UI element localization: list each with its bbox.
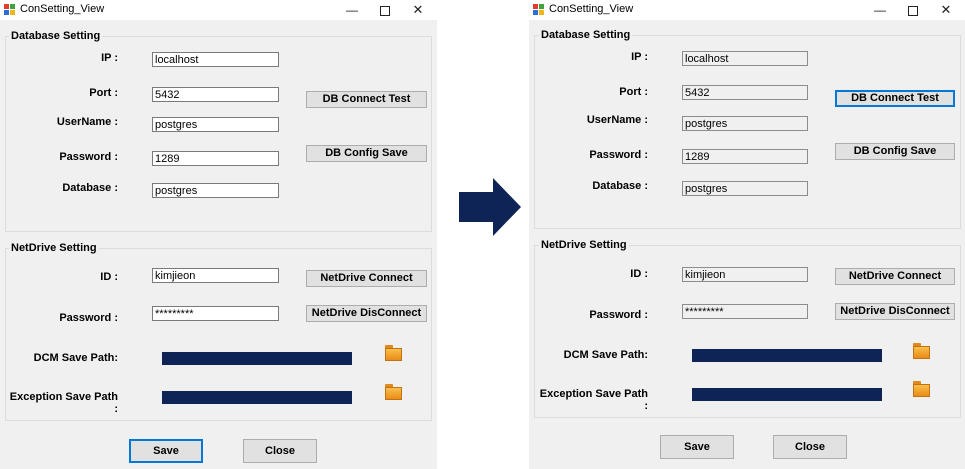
ip-field[interactable]: localhost: [152, 52, 279, 67]
netdrive-connect-button[interactable]: NetDrive Connect: [306, 270, 427, 287]
title-bar: ConSetting_View — ✕: [0, 0, 437, 20]
folder-icon[interactable]: [385, 384, 402, 400]
folder-icon[interactable]: [913, 381, 930, 397]
db-connect-test-button[interactable]: DB Connect Test: [835, 90, 955, 107]
ip-label: IP :: [101, 52, 118, 64]
ip-field[interactable]: localhost: [682, 51, 808, 66]
username-field[interactable]: postgres: [152, 117, 279, 132]
maximize-icon[interactable]: [898, 0, 928, 20]
database-label: Database :: [592, 180, 648, 192]
port-field[interactable]: 5432: [682, 85, 808, 100]
minimize-icon[interactable]: —: [865, 0, 895, 20]
window-title: ConSetting_View: [20, 3, 105, 15]
netdrive-id-field[interactable]: kimjieon: [682, 267, 808, 282]
netdrive-setting-title: NetDrive Setting: [539, 239, 629, 251]
port-label: Port :: [89, 87, 118, 99]
exception-save-path-label: Exception Save Path :: [539, 388, 648, 412]
netdrive-disconnect-button[interactable]: NetDrive DisConnect: [306, 305, 427, 322]
settings-window-after: ConSetting_View — ✕ Database Setting IP …: [529, 0, 965, 469]
close-button[interactable]: Close: [773, 435, 847, 459]
username-label: UserName :: [586, 114, 648, 126]
close-button[interactable]: Close: [243, 439, 317, 463]
minimize-icon[interactable]: —: [337, 0, 367, 20]
db-connect-test-button[interactable]: DB Connect Test: [306, 91, 427, 108]
settings-window-before: ConSetting_View — ✕ Database Setting IP …: [0, 0, 437, 469]
app-window-icon: [533, 4, 545, 16]
right-arrow-icon: [459, 178, 521, 236]
save-button[interactable]: Save: [129, 439, 203, 463]
exception-save-path-field[interactable]: [162, 391, 352, 404]
database-setting-title: Database Setting: [539, 29, 633, 41]
netdrive-password-field[interactable]: *********: [682, 304, 808, 319]
username-label: UserName :: [56, 116, 118, 128]
db-password-field[interactable]: 1289: [682, 149, 808, 164]
port-field[interactable]: 5432: [152, 87, 279, 102]
dcm-save-path-field[interactable]: [692, 349, 882, 362]
app-window-icon: [4, 4, 16, 16]
window-title: ConSetting_View: [549, 3, 634, 15]
folder-icon[interactable]: [913, 343, 930, 359]
db-config-save-button[interactable]: DB Config Save: [306, 145, 427, 162]
netdrive-setting-title: NetDrive Setting: [9, 242, 99, 254]
database-field[interactable]: postgres: [152, 183, 279, 198]
close-icon[interactable]: ✕: [931, 0, 961, 20]
ip-label: IP :: [631, 51, 648, 63]
dcm-save-path-label: DCM Save Path:: [563, 349, 648, 361]
netdrive-connect-button[interactable]: NetDrive Connect: [835, 268, 955, 285]
dcm-save-path-field[interactable]: [162, 352, 352, 365]
id-label: ID :: [100, 271, 118, 283]
id-label: ID :: [630, 268, 648, 280]
dcm-save-path-label: DCM Save Path:: [33, 352, 118, 364]
exception-save-path-label: Exception Save Path :: [9, 391, 118, 415]
title-bar: ConSetting_View — ✕: [529, 0, 965, 20]
username-field[interactable]: postgres: [682, 116, 808, 131]
database-setting-title: Database Setting: [9, 30, 103, 42]
netdrive-password-label: Password :: [589, 309, 648, 321]
database-label: Database :: [62, 182, 118, 194]
netdrive-password-label: Password :: [59, 312, 118, 324]
db-password-field[interactable]: 1289: [152, 151, 279, 166]
netdrive-password-field[interactable]: *********: [152, 306, 279, 321]
password-label: Password :: [589, 149, 648, 161]
save-button[interactable]: Save: [660, 435, 734, 459]
database-field[interactable]: postgres: [682, 181, 808, 196]
close-icon[interactable]: ✕: [403, 0, 433, 20]
maximize-icon[interactable]: [370, 0, 400, 20]
db-config-save-button[interactable]: DB Config Save: [835, 143, 955, 160]
exception-save-path-field[interactable]: [692, 388, 882, 401]
netdrive-id-field[interactable]: kimjieon: [152, 268, 279, 283]
folder-icon[interactable]: [385, 345, 402, 361]
netdrive-disconnect-button[interactable]: NetDrive DisConnect: [835, 303, 955, 320]
password-label: Password :: [59, 151, 118, 163]
port-label: Port :: [619, 86, 648, 98]
